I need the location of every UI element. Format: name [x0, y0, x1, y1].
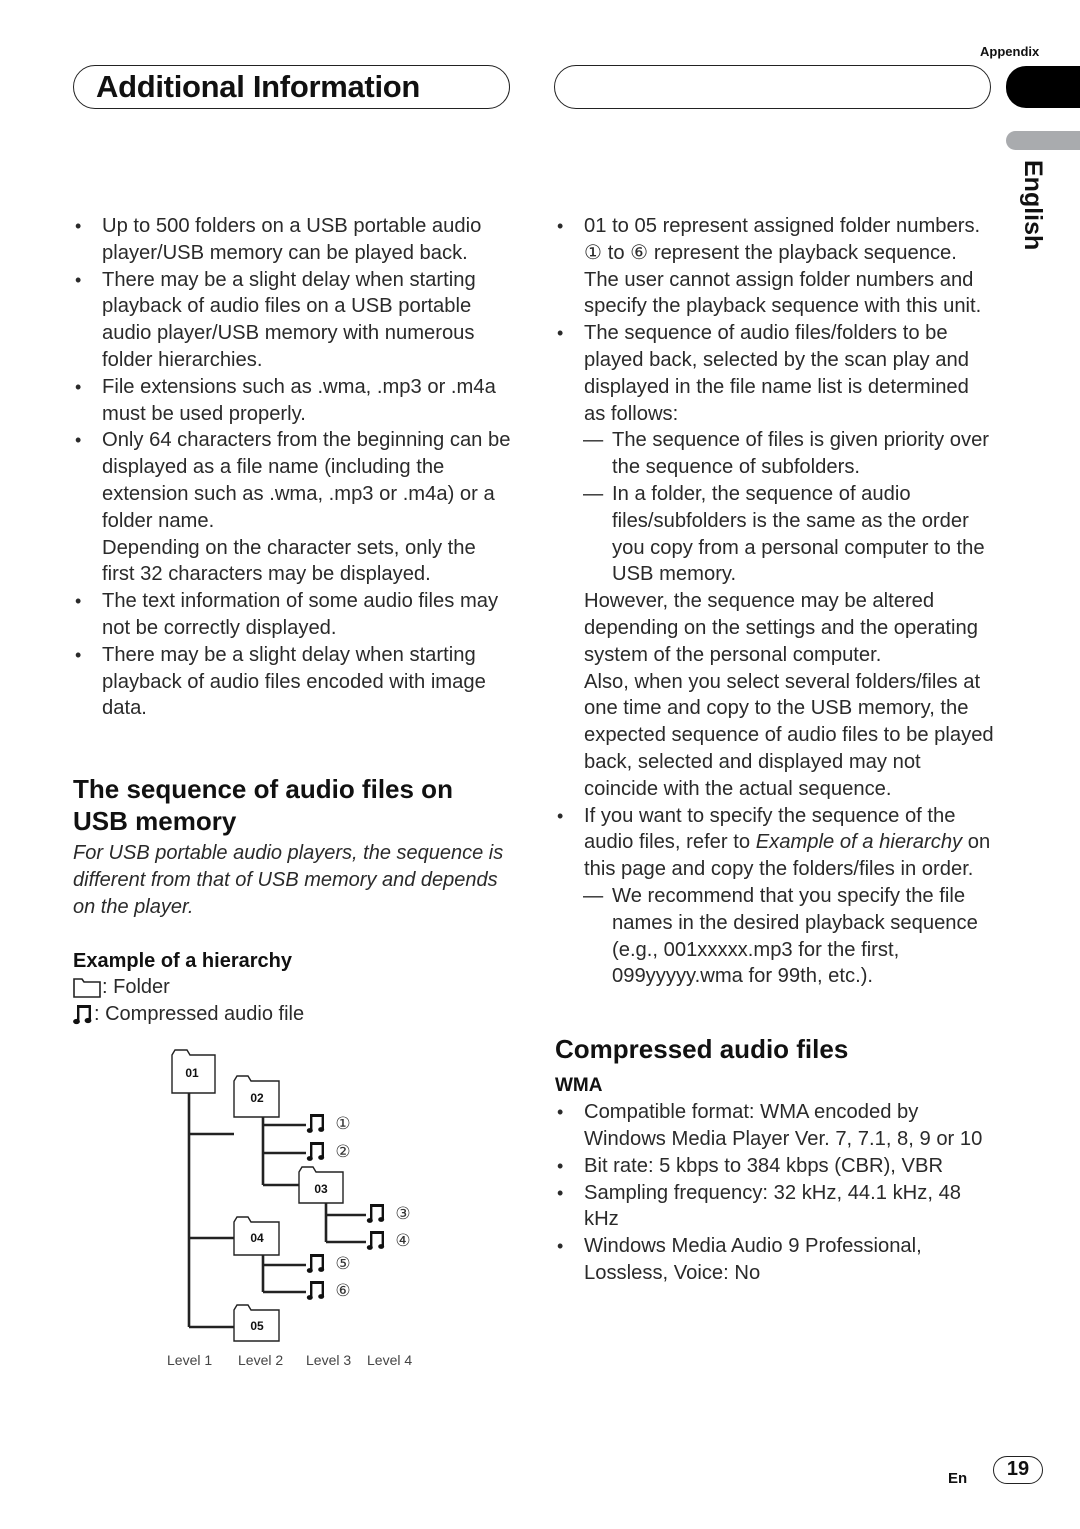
music-note-icon [306, 1114, 325, 1133]
list-item: Sampling frequency: 32 kHz, 44.1 kHz, 48… [555, 1180, 995, 1234]
folder-label: 01 [185, 1066, 199, 1080]
dash-item: We recommend that you specify the file n… [555, 883, 995, 990]
audio-file-6: ⑥ [306, 1281, 351, 1301]
legend-file: : Compressed audio file [73, 1001, 513, 1028]
paragraph: Also, when you select several folders/fi… [584, 670, 994, 800]
music-note-icon [73, 1005, 92, 1025]
dash-item: In a folder, the sequence of audio files… [555, 481, 995, 588]
language-tab-label: English [1019, 160, 1047, 251]
page-title: Additional Information [96, 69, 421, 104]
right-column: 01 to 05 represent assigned folder numbe… [555, 213, 995, 1287]
music-note-icon [306, 1142, 325, 1161]
list-item: File extensions such as .wma, .mp3 or .m… [73, 374, 513, 428]
language-code: En [948, 1470, 968, 1487]
folder-label: 05 [250, 1319, 264, 1333]
level-label-4: Level 4 [367, 1352, 413, 1368]
level-label-2: Level 2 [238, 1352, 284, 1368]
list-item: Up to 500 folders on a USB portable audi… [73, 213, 513, 267]
sequence-notes-list-cont: If you want to specify the sequence of t… [555, 803, 995, 883]
list-item: There may be a slight delay when startin… [73, 267, 513, 374]
section-heading-compressed: Compressed audio files [555, 1034, 849, 1065]
folder-label: 04 [250, 1231, 264, 1245]
folder-01: 01 [171, 1049, 216, 1094]
legend-file-label: : Compressed audio file [94, 1002, 305, 1025]
sequence-mark: ① [335, 1114, 350, 1134]
list-item: There may be a slight delay when startin… [73, 642, 513, 722]
hierarchy-diagram: 01 02 03 04 05 ① ② ③ ④ ⑤ ⑥ [171, 1049, 411, 1342]
sequence-mark: ③ [395, 1204, 410, 1224]
list-item: Compatible format: WMA encoded by Window… [555, 1099, 995, 1153]
sequence-mark: ⑤ [335, 1254, 350, 1274]
left-column: Up to 500 folders on a USB portable audi… [73, 213, 513, 1028]
list-item: Only 64 characters from the beginning ca… [73, 427, 513, 534]
folder-label: 03 [314, 1182, 328, 1196]
level-label-1: Level 1 [167, 1352, 213, 1368]
list-item: Bit rate: 5 kbps to 384 kbps (CBR), VBR [555, 1153, 995, 1180]
music-note-icon [366, 1231, 385, 1250]
legend-folder: : Folder [73, 974, 513, 1001]
example-heading: Example of a hierarchy [73, 949, 292, 972]
page-title-frame: Additional Information [73, 65, 510, 109]
sequence-mark: ② [335, 1142, 350, 1162]
folder-05: 05 [233, 1304, 280, 1342]
list-item: The sequence of audio files/folders to b… [555, 320, 995, 427]
folder-label: 02 [250, 1091, 264, 1105]
music-note-icon [306, 1254, 325, 1273]
section-label: Appendix [980, 44, 1040, 59]
level-label-3: Level 3 [306, 1352, 352, 1368]
audio-file-3: ③ [366, 1204, 411, 1224]
sequence-notes-list: 01 to 05 represent assigned folder numbe… [555, 213, 995, 427]
legend-folder-label: : Folder [102, 975, 170, 998]
sequence-mark: ④ [395, 1231, 410, 1251]
audio-file-1: ① [306, 1114, 351, 1134]
blank-title-frame [554, 65, 991, 109]
cross-reference: Example of a hierarchy [755, 831, 963, 854]
folder-03: 03 [298, 1166, 344, 1204]
dash-item: The sequence of files is given priority … [555, 427, 995, 481]
list-item: Windows Media Audio 9 Professional, Loss… [555, 1233, 995, 1287]
music-note-icon [366, 1204, 385, 1223]
list-item: 01 to 05 represent assigned folder numbe… [555, 213, 995, 320]
list-item: If you want to specify the sequence of t… [555, 803, 995, 883]
language-tab-marker [1006, 131, 1080, 150]
paragraph: However, the sequence may be altered dep… [584, 590, 978, 666]
section-lead: For USB portable audio players, the sequ… [73, 842, 504, 918]
usb-notes-list-cont: The text information of some audio files… [73, 588, 513, 722]
audio-file-2: ② [306, 1142, 351, 1162]
music-note-icon [306, 1281, 325, 1300]
list-item-note: Depending on the character sets, only th… [102, 536, 476, 586]
section-heading: The sequence of audio files on USB memor… [73, 774, 453, 837]
page-number: 19 [993, 1456, 1043, 1484]
sequence-mark: ⑥ [335, 1281, 350, 1301]
audio-file-5: ⑤ [306, 1254, 351, 1274]
folder-icon [73, 978, 101, 998]
folder-04: 04 [233, 1216, 280, 1256]
section-tab-marker [1006, 66, 1080, 108]
list-item: The text information of some audio files… [73, 588, 513, 642]
usb-notes-list: Up to 500 folders on a USB portable audi… [73, 213, 513, 535]
wma-specs-list: Compatible format: WMA encoded by Window… [555, 1099, 995, 1287]
wma-heading: WMA [555, 1075, 603, 1097]
folder-02: 02 [233, 1075, 280, 1118]
audio-file-4: ④ [366, 1231, 411, 1251]
